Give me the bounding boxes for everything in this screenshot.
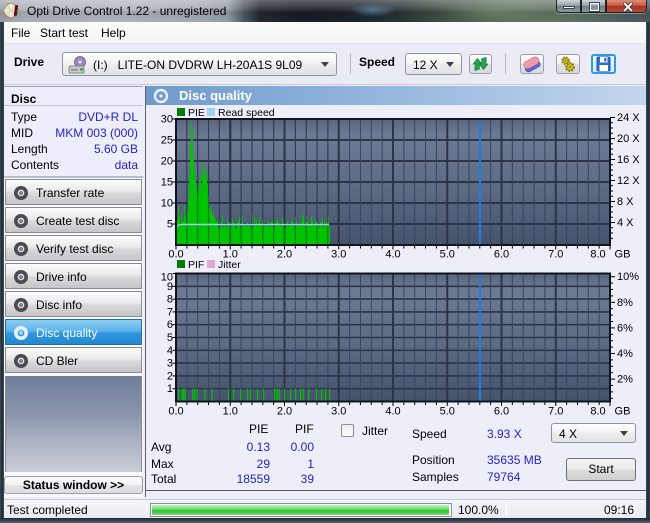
svg-text:Read speed: Read speed [218,107,275,119]
svg-text:6: 6 [167,319,173,331]
svg-text:8.0: 8.0 [590,249,605,261]
svg-text:30: 30 [161,114,173,126]
svg-text:2.0: 2.0 [277,406,292,418]
svg-text:6%: 6% [617,322,633,334]
svg-text:3.0: 3.0 [331,249,346,261]
svg-text:7.0: 7.0 [548,249,563,261]
svg-text:24 X: 24 X [617,112,640,124]
svg-text:16 X: 16 X [617,154,640,166]
svg-text:10%: 10% [617,271,639,283]
svg-text:6.0: 6.0 [494,406,509,418]
svg-text:PIF: PIF [188,259,204,271]
svg-text:3.0: 3.0 [331,406,346,418]
svg-text:Jitter: Jitter [218,259,241,271]
svg-text:1.0: 1.0 [223,406,238,418]
svg-text:20: 20 [161,156,173,168]
svg-text:12 X: 12 X [617,175,640,187]
svg-text:8 X: 8 X [617,196,634,208]
svg-text:2.0: 2.0 [277,249,292,261]
svg-text:7.0: 7.0 [548,406,563,418]
svg-text:15: 15 [161,177,173,189]
svg-text:0.0: 0.0 [168,406,183,418]
svg-text:0.0: 0.0 [168,249,183,261]
svg-text:5.0: 5.0 [440,406,455,418]
svg-text:1: 1 [167,383,173,395]
svg-text:GB: GB [615,249,631,261]
svg-text:10: 10 [161,198,173,210]
svg-text:7: 7 [167,306,173,318]
svg-text:6.0: 6.0 [494,249,509,261]
svg-text:4.0: 4.0 [385,249,400,261]
svg-text:20 X: 20 X [617,133,640,145]
svg-text:5: 5 [167,219,173,231]
svg-text:PIE: PIE [188,107,205,119]
svg-text:25: 25 [161,135,173,147]
svg-text:8: 8 [167,294,173,306]
svg-text:4%: 4% [617,348,633,360]
svg-text:5: 5 [167,332,173,344]
svg-text:GB: GB [615,406,631,418]
svg-text:2: 2 [167,370,173,382]
svg-text:8.0: 8.0 [590,406,605,418]
svg-text:5.0: 5.0 [440,249,455,261]
svg-text:4 X: 4 X [617,217,634,229]
svg-text:10: 10 [161,272,173,284]
svg-text:2%: 2% [617,374,633,386]
svg-text:8%: 8% [617,297,633,309]
svg-text:4: 4 [167,345,173,357]
svg-text:4.0: 4.0 [385,406,400,418]
svg-text:3: 3 [167,358,173,370]
